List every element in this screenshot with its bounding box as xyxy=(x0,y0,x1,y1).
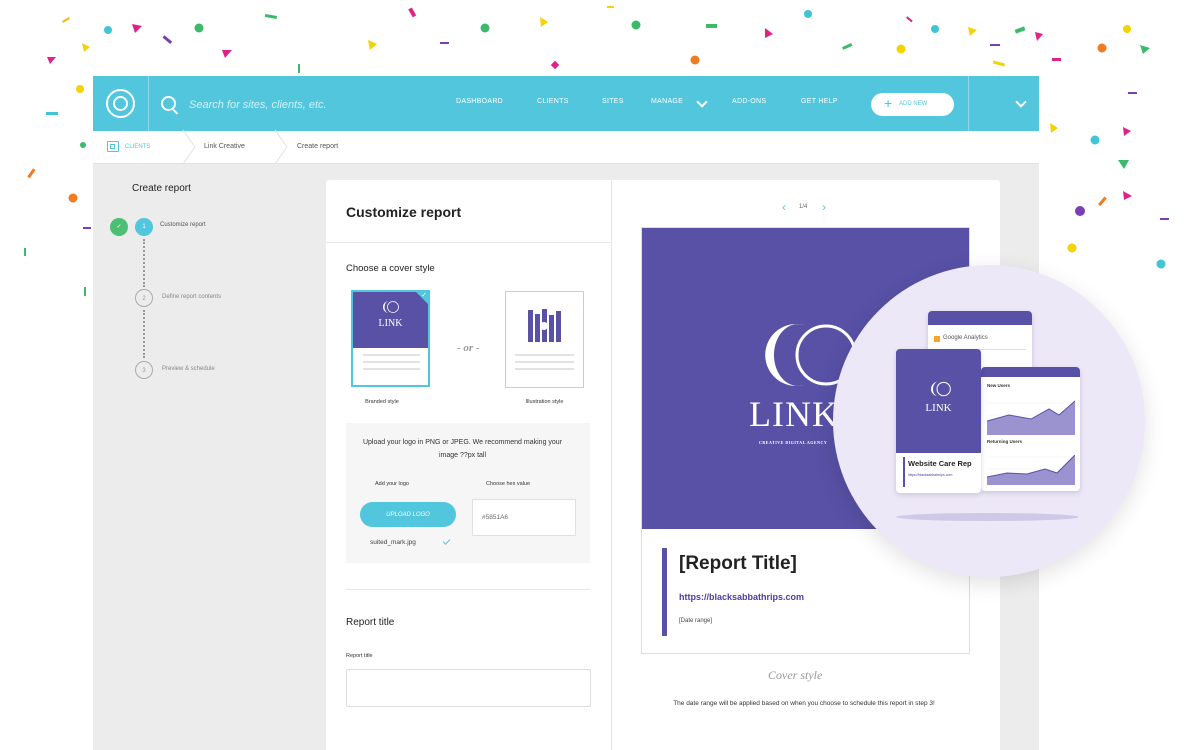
placeholder-line xyxy=(515,354,574,356)
card-header xyxy=(928,311,1032,325)
accent-bar xyxy=(903,457,905,487)
customize-title: Customize report xyxy=(346,204,462,220)
mini-report-title: Website Care Rep xyxy=(908,459,972,468)
link-logo-icon xyxy=(383,301,399,313)
mini-report-url: https://blacksabbathrips.com xyxy=(908,473,953,477)
page-indicator: 1/4 xyxy=(799,204,808,210)
preview-tagline: CREATIVE DIGITAL AGENCY xyxy=(759,440,828,445)
breadcrumb-clients[interactable]: CLIENTS xyxy=(125,144,150,150)
next-page-chevron-icon[interactable]: › xyxy=(822,200,826,214)
step-connector xyxy=(143,239,147,287)
logo-upload-section: Upload your logo in PNG or JPEG. We reco… xyxy=(346,423,590,563)
illustration-style-card[interactable] xyxy=(505,291,584,388)
app-logo-icon[interactable] xyxy=(106,89,135,118)
hex-value-field[interactable]: #5851A6 xyxy=(472,499,576,536)
step-1-label[interactable]: Customize report xyxy=(160,222,206,228)
preview-logo-text: LINK xyxy=(749,394,839,434)
breadcrumb-separator-icon xyxy=(182,130,196,164)
divider xyxy=(326,242,611,243)
new-users-chart xyxy=(987,400,1075,435)
chevron-down-icon[interactable] xyxy=(696,96,708,108)
placeholder-line xyxy=(363,361,420,363)
hex-label: Choose hex value xyxy=(486,481,531,487)
divider xyxy=(148,76,149,131)
divider xyxy=(611,180,612,750)
nav-manage[interactable]: MANAGE xyxy=(651,98,683,105)
nav-get-help[interactable]: GET HELP xyxy=(801,98,838,105)
step-connector xyxy=(143,310,147,358)
nav-add-ons[interactable]: ADD-ONS xyxy=(732,98,766,105)
card-header xyxy=(981,367,1080,377)
add-new-label: ADD NEW xyxy=(899,101,928,107)
preview-report-url: https://blacksabbathrips.com xyxy=(679,592,805,602)
accent-bar xyxy=(662,548,667,636)
nav-clients[interactable]: CLIENTS xyxy=(537,98,569,105)
step-complete-check-icon: ✓ xyxy=(110,218,128,236)
step-3-label[interactable]: Preview & schedule xyxy=(162,366,215,372)
mini-report-cover-card: LINK Website Care Rep https://blacksabba… xyxy=(896,349,981,493)
breadcrumb-separator-icon xyxy=(274,130,288,164)
step-2-number[interactable]: 2 xyxy=(135,289,153,307)
link-logo-icon xyxy=(931,381,951,397)
upload-logo-button[interactable]: UPLOAD LOGO xyxy=(360,502,456,527)
tools-illustration-icon xyxy=(528,309,561,342)
placeholder-line xyxy=(515,361,574,363)
report-title-label: Report title xyxy=(346,653,373,659)
card-logo-text: LINK xyxy=(378,318,403,329)
google-analytics-label: Google Analytics xyxy=(943,335,988,341)
returning-users-chart xyxy=(987,454,1075,485)
divider xyxy=(968,76,969,131)
new-users-label: New Users xyxy=(987,383,1011,388)
illustration-style-label: Illustration style xyxy=(525,399,564,405)
clients-icon xyxy=(107,141,119,152)
branded-style-card[interactable]: LINK ✓ xyxy=(351,290,430,387)
cover-style-heading: Choose a cover style xyxy=(346,263,435,274)
mini-logo-text: LINK xyxy=(925,402,952,414)
upload-check-icon xyxy=(442,537,451,545)
add-logo-label: Add your logo xyxy=(375,481,409,487)
account-chevron-down-icon[interactable] xyxy=(1015,96,1027,108)
returning-users-label: Returning Users xyxy=(987,439,1023,444)
preview-report-title: [Report Title] xyxy=(679,553,797,574)
top-navigation-bar: DASHBOARD CLIENTS SITES MANAGE ADD-ONS G… xyxy=(93,76,1039,131)
step-1-number[interactable]: 1 xyxy=(135,218,153,236)
plus-icon: + xyxy=(884,95,893,111)
previous-page-chevron-icon[interactable]: ‹ xyxy=(782,200,786,214)
branded-style-label: Branded style xyxy=(365,399,399,405)
report-title-heading: Report title xyxy=(346,617,395,628)
cover-style-caption: Cover style xyxy=(768,668,823,682)
breadcrumb: CLIENTS Link Creative Create report xyxy=(93,130,1039,164)
report-illustration-circle: Google Analytics New Users Returning Use… xyxy=(833,265,1145,577)
upload-instructions: Upload your logo in PNG or JPEG. We reco… xyxy=(362,439,563,459)
nav-sites[interactable]: SITES xyxy=(602,98,624,105)
date-range-note: The date range will be applied based on … xyxy=(673,700,935,707)
shadow-ellipse xyxy=(896,513,1079,521)
breadcrumb-create-report: Create report xyxy=(297,143,339,150)
divider xyxy=(346,589,590,590)
search-icon[interactable] xyxy=(161,96,176,111)
users-chart-card: New Users Returning Users xyxy=(981,367,1080,491)
placeholder-line xyxy=(515,368,574,370)
mini-cover: LINK xyxy=(896,349,981,453)
placeholder-line xyxy=(363,354,420,356)
placeholder-line xyxy=(363,368,420,370)
add-new-button[interactable]: + ADD NEW xyxy=(871,93,954,116)
steps-title: Create report xyxy=(132,183,191,194)
analytics-icon xyxy=(934,336,940,342)
report-title-input[interactable] xyxy=(346,669,591,707)
nav-dashboard[interactable]: DASHBOARD xyxy=(456,98,503,105)
breadcrumb-link-creative[interactable]: Link Creative xyxy=(204,143,245,150)
preview-date-range: [Date range] xyxy=(679,618,713,624)
search-input[interactable] xyxy=(187,95,411,115)
hex-value: #5851A6 xyxy=(482,514,509,521)
or-separator: - or - xyxy=(457,342,480,354)
uploaded-file-name: suited_mark.jpg xyxy=(370,539,416,546)
step-3-number[interactable]: 3 xyxy=(135,361,153,379)
selected-check-icon: ✓ xyxy=(421,292,427,299)
step-2-label[interactable]: Define report contents xyxy=(162,294,221,300)
